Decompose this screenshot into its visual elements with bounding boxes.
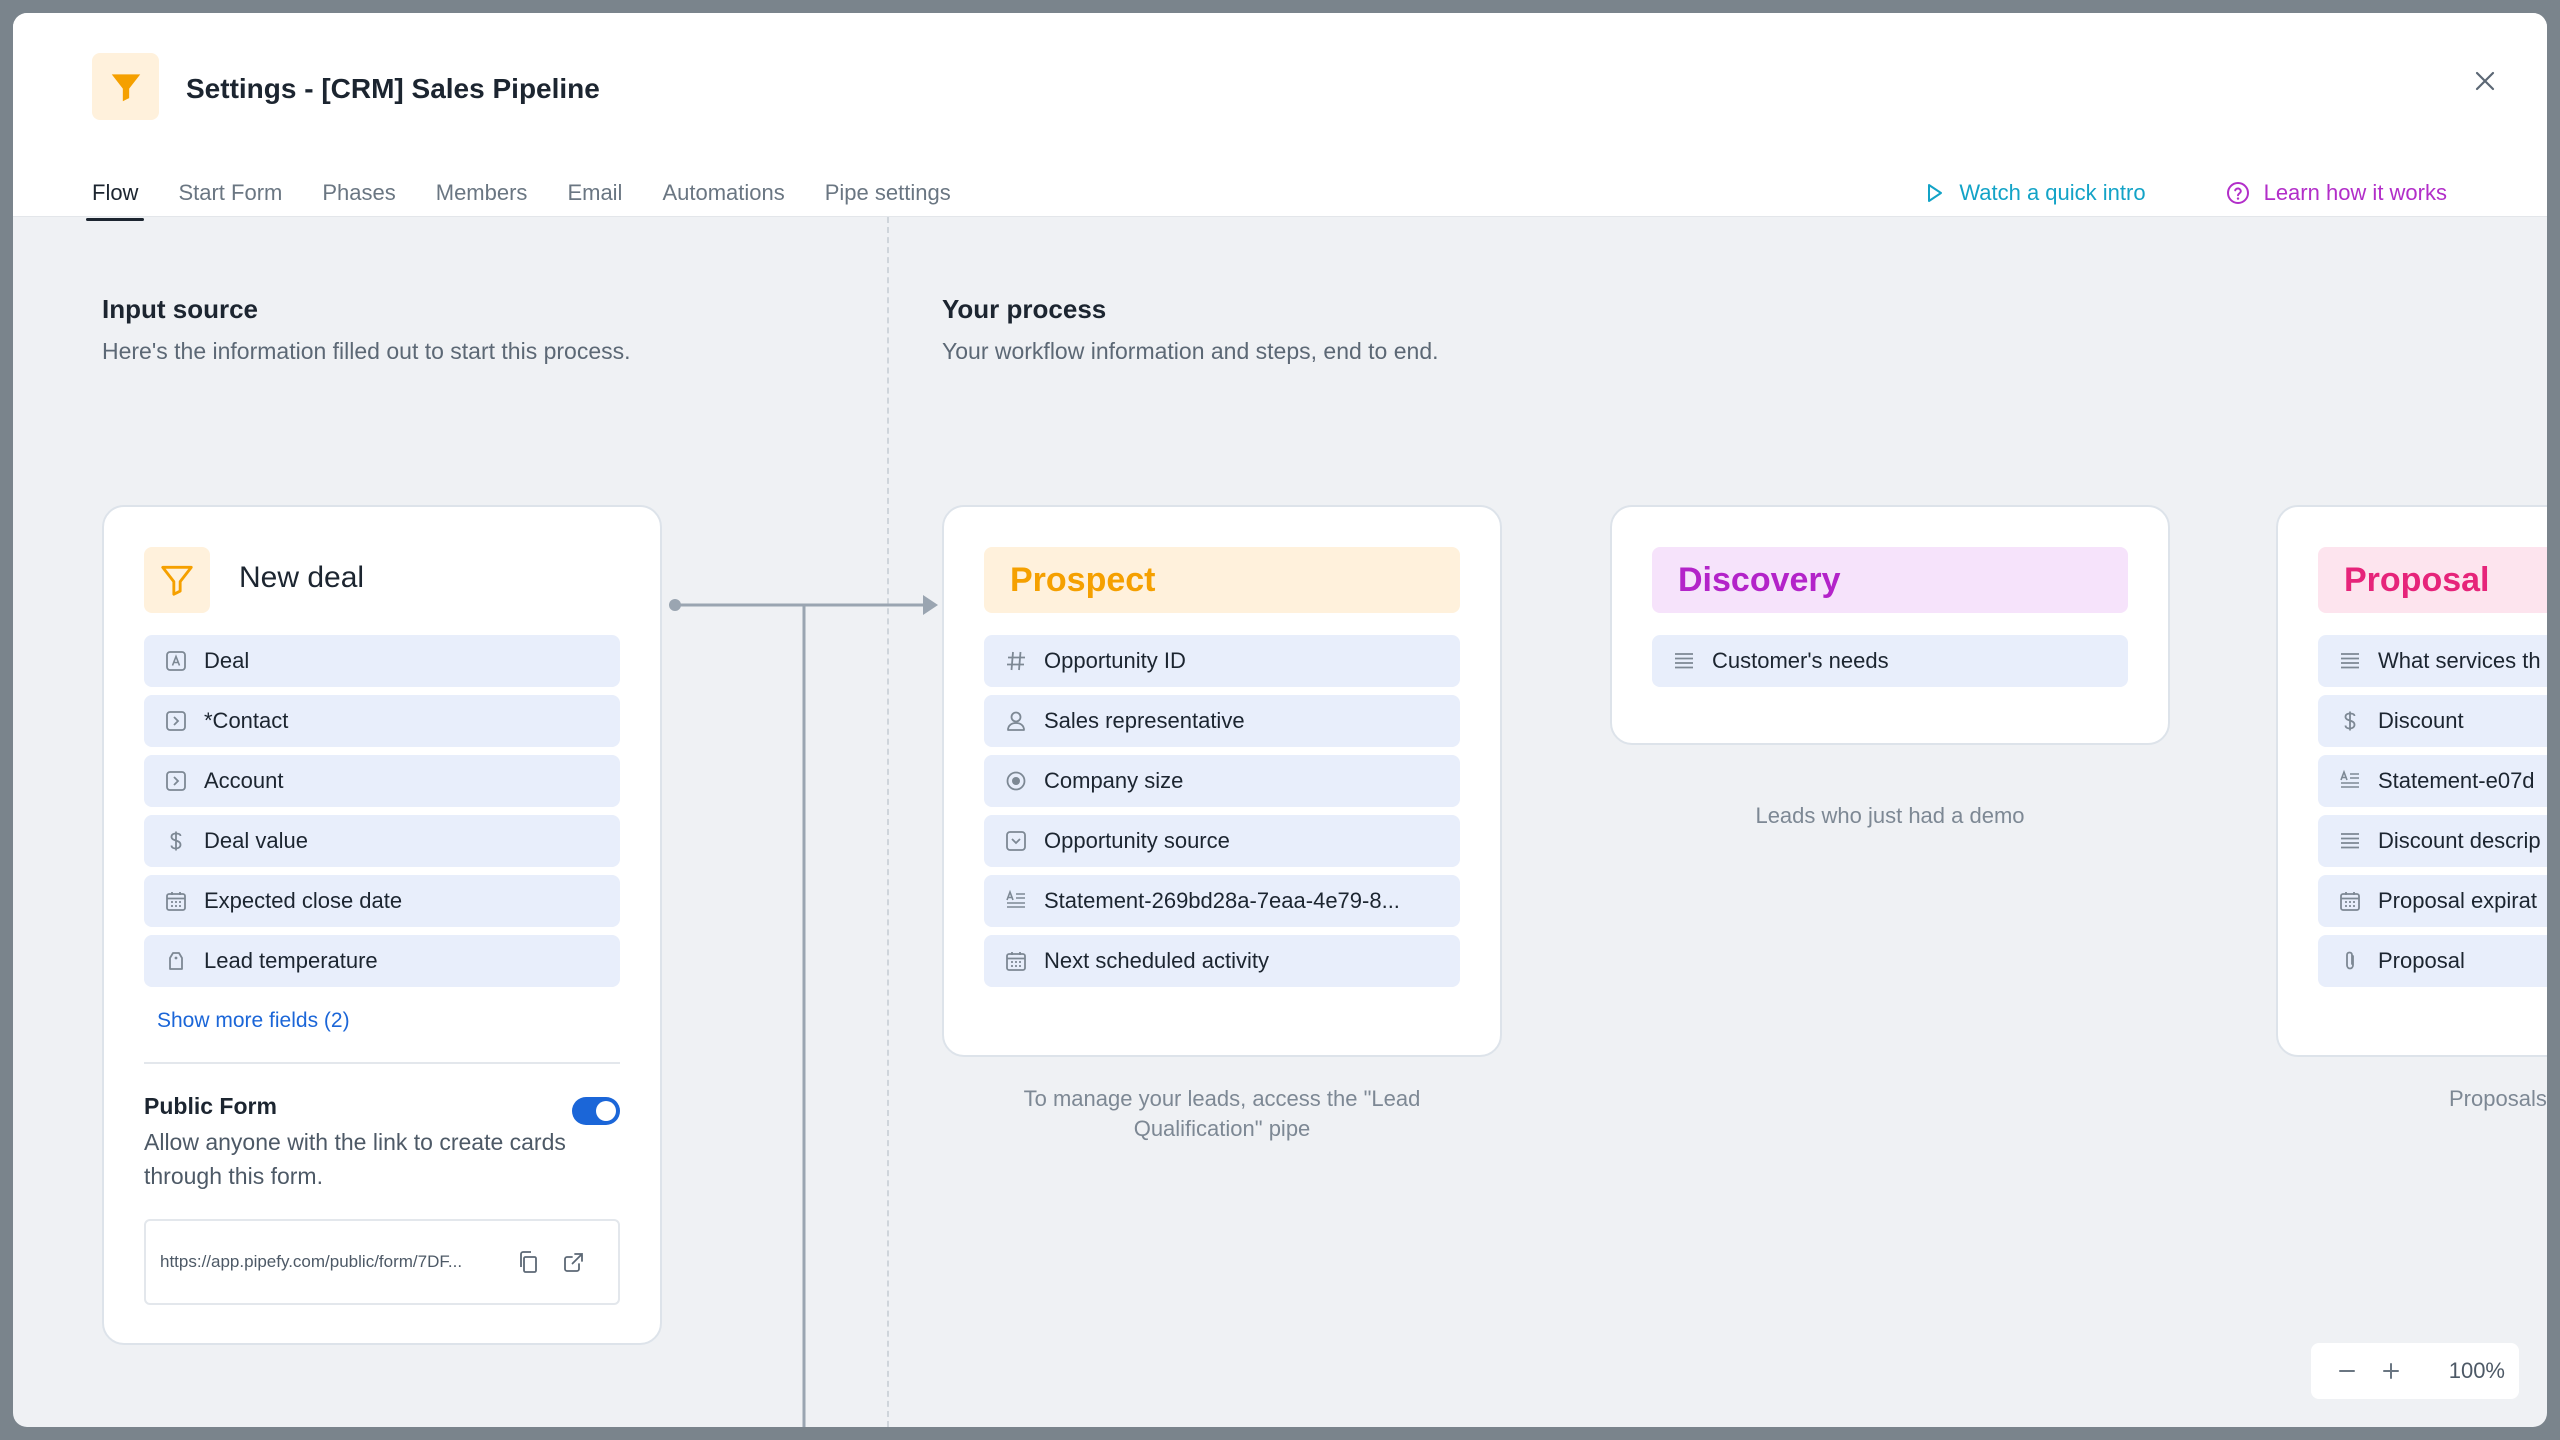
field-proposal-expiration[interactable]: Proposal expirat [2318,875,2547,927]
statement-icon [2336,767,2364,795]
field-label: *Contact [204,708,289,733]
public-form-toggle[interactable] [572,1097,620,1125]
funnel-icon [161,565,193,596]
field-deal[interactable]: Deal [144,635,620,687]
zoom-out-button[interactable] [2325,1351,2369,1391]
dollar-icon [162,827,190,855]
calendar-icon [162,887,190,915]
public-form-url-box: https://app.pipefy.com/public/form/7DF..… [144,1219,620,1305]
phase-fields: Opportunity ID Sales representative Comp… [984,635,1460,987]
field-label: Statement-269bd28a-7eaa-4e79-8... [1044,888,1400,913]
field-label: Next scheduled activity [1044,948,1269,973]
show-more-fields-link[interactable]: Show more fields (2) [157,1009,350,1033]
zoom-level: 100% [2448,1358,2505,1383]
zoom-in-button[interactable] [2369,1351,2413,1391]
phase-card-discovery[interactable]: Discovery Customer's needs [1610,505,2170,745]
phase-title: Proposal [2344,560,2490,599]
phase-title: Discovery [1678,560,1841,599]
field-label: Deal value [204,828,308,853]
field-opportunity-source[interactable]: Opportunity source [984,815,1460,867]
calendar-icon [2336,887,2364,915]
calendar-icon [1002,947,1030,975]
settings-modal: Settings - [CRM] Sales Pipeline Flow Sta… [13,13,2547,1427]
field-label: Proposal [2378,948,2465,973]
phase-description-proposal: Proposals [2449,1086,2547,1111]
phase-description-discovery: Leads who just had a demo [1755,803,2025,828]
public-form-description: Allow anyone with the link to create car… [144,1129,566,1189]
field-next-scheduled-activity[interactable]: Next scheduled activity [984,935,1460,987]
label-icon [162,947,190,975]
field-statement[interactable]: Statement-269bd28a-7eaa-4e79-8... [984,875,1460,927]
long-text-icon [1670,647,1698,675]
field-label: What services th [2378,648,2541,673]
copy-icon [520,1251,537,1273]
zoom-controls: 100% [2311,1343,2519,1399]
start-form-card[interactable]: New deal Deal *Contact Account Deal valu… [102,505,662,1345]
field-statement[interactable]: Statement-e07d [2318,755,2547,807]
start-form-fields: Deal *Contact Account Deal value Expecte… [144,635,620,987]
field-proposal-attachment[interactable]: Proposal [2318,935,2547,987]
field-company-size[interactable]: Company size [984,755,1460,807]
field-label: Company size [1044,768,1184,793]
field-label: Lead temperature [204,948,378,973]
radio-icon [1002,767,1030,795]
phase-fields: What services th Discount Statement-e07d… [2318,635,2547,987]
short-text-icon [162,647,190,675]
public-form-title: Public Form [144,1093,277,1119]
connection-icon [162,707,190,735]
field-sales-representative[interactable]: Sales representative [984,695,1460,747]
dropdown-icon [1002,827,1030,855]
start-form-title: New deal [239,561,365,594]
field-label: Expected close date [204,888,403,913]
field-label: Discount descrip [2378,828,2541,853]
minus-icon [2339,1370,2355,1372]
connection-icon [162,767,190,795]
field-label: Discount [2378,708,2464,733]
public-form-url[interactable]: https://app.pipefy.com/public/form/7DF..… [160,1252,500,1272]
field-label: Account [204,768,284,793]
plus-icon [2383,1363,2399,1379]
field-expected-close-date[interactable]: Expected close date [144,875,620,927]
user-icon [1002,707,1030,735]
field-label: Opportunity source [1044,828,1230,853]
statement-icon [1002,887,1030,915]
field-label: Proposal expirat [2378,888,2537,913]
field-discount-description[interactable]: Discount descrip [2318,815,2547,867]
field-lead-temperature[interactable]: Lead temperature [144,935,620,987]
field-label: Sales representative [1044,708,1245,733]
field-label: Customer's needs [1712,648,1889,673]
field-opportunity-id[interactable]: Opportunity ID [984,635,1460,687]
card-separator [144,1062,620,1064]
field-deal-value[interactable]: Deal value [144,815,620,867]
hash-icon [1002,647,1030,675]
phase-card-prospect[interactable]: Prospect Opportunity ID Sales representa… [942,505,1502,1057]
field-label: Deal [204,648,250,673]
field-what-services[interactable]: What services th [2318,635,2547,687]
long-text-icon [2336,827,2364,855]
attachment-icon [2336,947,2364,975]
field-contact[interactable]: *Contact [144,695,620,747]
field-account[interactable]: Account [144,755,620,807]
field-discount[interactable]: Discount [2318,695,2547,747]
copy-link-button[interactable] [510,1244,546,1280]
phase-header: Prospect [984,547,1460,613]
phase-fields: Customer's needs [1652,635,2128,687]
phase-header: Discovery [1652,547,2128,613]
external-link-icon [564,1253,583,1272]
new-deal-icon-box [144,547,210,613]
phase-description-prospect: To manage your leads, access the "Lead Q… [1023,1086,1421,1141]
phase-card-proposal[interactable]: Proposal What services th Discount State… [2276,505,2547,1057]
phase-header: Proposal [2318,547,2547,613]
long-text-icon [2336,647,2364,675]
field-label: Opportunity ID [1044,648,1186,673]
field-label: Statement-e07d [2378,768,2535,793]
phase-title: Prospect [1010,560,1156,599]
field-customers-needs[interactable]: Customer's needs [1652,635,2128,687]
open-link-button[interactable] [556,1244,592,1280]
dollar-icon [2336,707,2364,735]
